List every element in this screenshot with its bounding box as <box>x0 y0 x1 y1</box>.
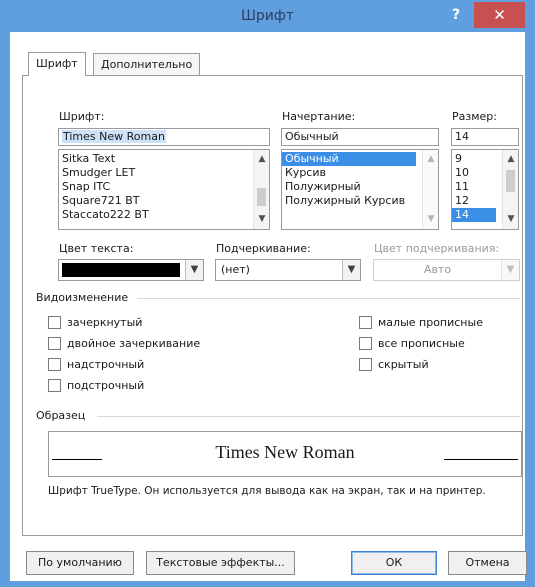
effects-group-line <box>137 298 520 299</box>
style-list-item[interactable]: Обычный <box>282 152 416 166</box>
tab-advanced[interactable]: Дополнительно <box>93 53 201 75</box>
all-caps-label[interactable]: все прописные <box>378 337 465 350</box>
preview-note: Шрифт TrueType. Он используется для выво… <box>48 485 486 497</box>
scroll-down-icon[interactable]: ▼ <box>503 212 518 227</box>
double-strikethrough-label[interactable]: двойное зачеркивание <box>67 337 200 350</box>
font-input[interactable]: Times New Roman <box>58 128 270 146</box>
style-input[interactable]: Обычный <box>281 128 439 146</box>
chevron-down-icon[interactable]: ▼ <box>185 260 203 280</box>
scroll-up-icon[interactable]: ▲ <box>503 152 518 167</box>
scroll-thumb[interactable] <box>506 170 515 192</box>
preview-group-line <box>97 416 520 417</box>
scroll-up-icon[interactable]: ▲ <box>254 152 269 167</box>
font-list-item[interactable]: Staccato222 BT <box>59 208 269 222</box>
font-list-item[interactable]: Sitka Text <box>59 152 269 166</box>
style-list-item[interactable]: Полужирный Курсив <box>282 194 438 208</box>
scroll-up-icon[interactable]: ▲ <box>423 152 438 167</box>
superscript-checkbox[interactable] <box>48 358 61 371</box>
chevron-down-icon: ▼ <box>501 260 519 280</box>
small-caps-checkbox[interactable] <box>359 316 372 329</box>
font-color-label: Цвет текста: <box>59 242 134 255</box>
superscript-label[interactable]: надстрочный <box>67 358 144 371</box>
size-list[interactable]: 9 10 11 12 14 ▲ ▼ <box>451 149 519 230</box>
size-list-item[interactable]: 14 <box>452 208 496 222</box>
all-caps-checkbox[interactable] <box>359 337 372 350</box>
style-label: Начертание: <box>282 110 356 123</box>
chevron-down-icon[interactable]: ▼ <box>342 260 360 280</box>
size-list-scrollbar[interactable]: ▲ ▼ <box>502 150 518 229</box>
font-list-item[interactable]: Square721 BT <box>59 194 269 208</box>
strikethrough-label[interactable]: зачеркнутый <box>67 316 142 329</box>
font-list-item[interactable]: Snap ITC <box>59 180 269 194</box>
font-color-combo[interactable]: ▼ <box>58 259 204 281</box>
font-color-swatch <box>62 263 180 277</box>
font-label: Шрифт: <box>59 110 105 123</box>
close-icon: ✕ <box>493 6 506 24</box>
effects-group-label: Видоизменение <box>36 291 129 304</box>
font-list-item[interactable]: Smudger LET <box>59 166 269 180</box>
cancel-button[interactable]: Отмена <box>448 551 527 575</box>
close-button[interactable]: ✕ <box>474 2 525 28</box>
style-list-item[interactable]: Курсив <box>282 166 438 180</box>
scroll-thumb[interactable] <box>257 188 266 206</box>
font-input-value: Times New Roman <box>62 130 166 143</box>
font-list-scrollbar[interactable]: ▲ ▼ <box>253 150 269 229</box>
strikethrough-checkbox[interactable] <box>48 316 61 329</box>
scroll-down-icon[interactable]: ▼ <box>254 212 269 227</box>
text-effects-button[interactable]: Текстовые эффекты... <box>146 551 295 575</box>
preview-box: Times New Roman <box>48 431 522 477</box>
preview-baseline-right <box>444 459 518 460</box>
underline-color-combo: Авто ▼ <box>373 259 520 281</box>
tab-font[interactable]: Шрифт <box>28 52 86 76</box>
double-strikethrough-checkbox[interactable] <box>48 337 61 350</box>
preview-group-label: Образец <box>36 409 86 422</box>
underline-value: (нет) <box>221 263 250 276</box>
underline-color-value: Авто <box>423 263 452 276</box>
subscript-label[interactable]: подстрочный <box>67 379 144 392</box>
ok-button[interactable]: ОК <box>351 551 437 575</box>
hidden-label[interactable]: скрытый <box>378 358 429 371</box>
style-list[interactable]: Обычный Курсив Полужирный Полужирный Кур… <box>281 149 439 230</box>
font-list[interactable]: Sitka Text Smudger LET Snap ITC Square72… <box>58 149 270 230</box>
underline-label: Подчеркивание: <box>216 242 311 255</box>
subscript-checkbox[interactable] <box>48 379 61 392</box>
help-button[interactable]: ? <box>444 4 468 26</box>
hidden-checkbox[interactable] <box>359 358 372 371</box>
size-label: Размер: <box>452 110 497 123</box>
style-list-scrollbar[interactable]: ▲ ▼ <box>422 150 438 229</box>
scroll-down-icon[interactable]: ▼ <box>423 212 438 227</box>
set-default-button[interactable]: По умолчанию <box>26 551 134 575</box>
underline-combo[interactable]: (нет) ▼ <box>215 259 361 281</box>
size-input[interactable]: 14 <box>451 128 519 146</box>
style-list-item[interactable]: Полужирный <box>282 180 438 194</box>
underline-color-label: Цвет подчеркивания: <box>374 242 500 255</box>
small-caps-label[interactable]: малые прописные <box>378 316 483 329</box>
